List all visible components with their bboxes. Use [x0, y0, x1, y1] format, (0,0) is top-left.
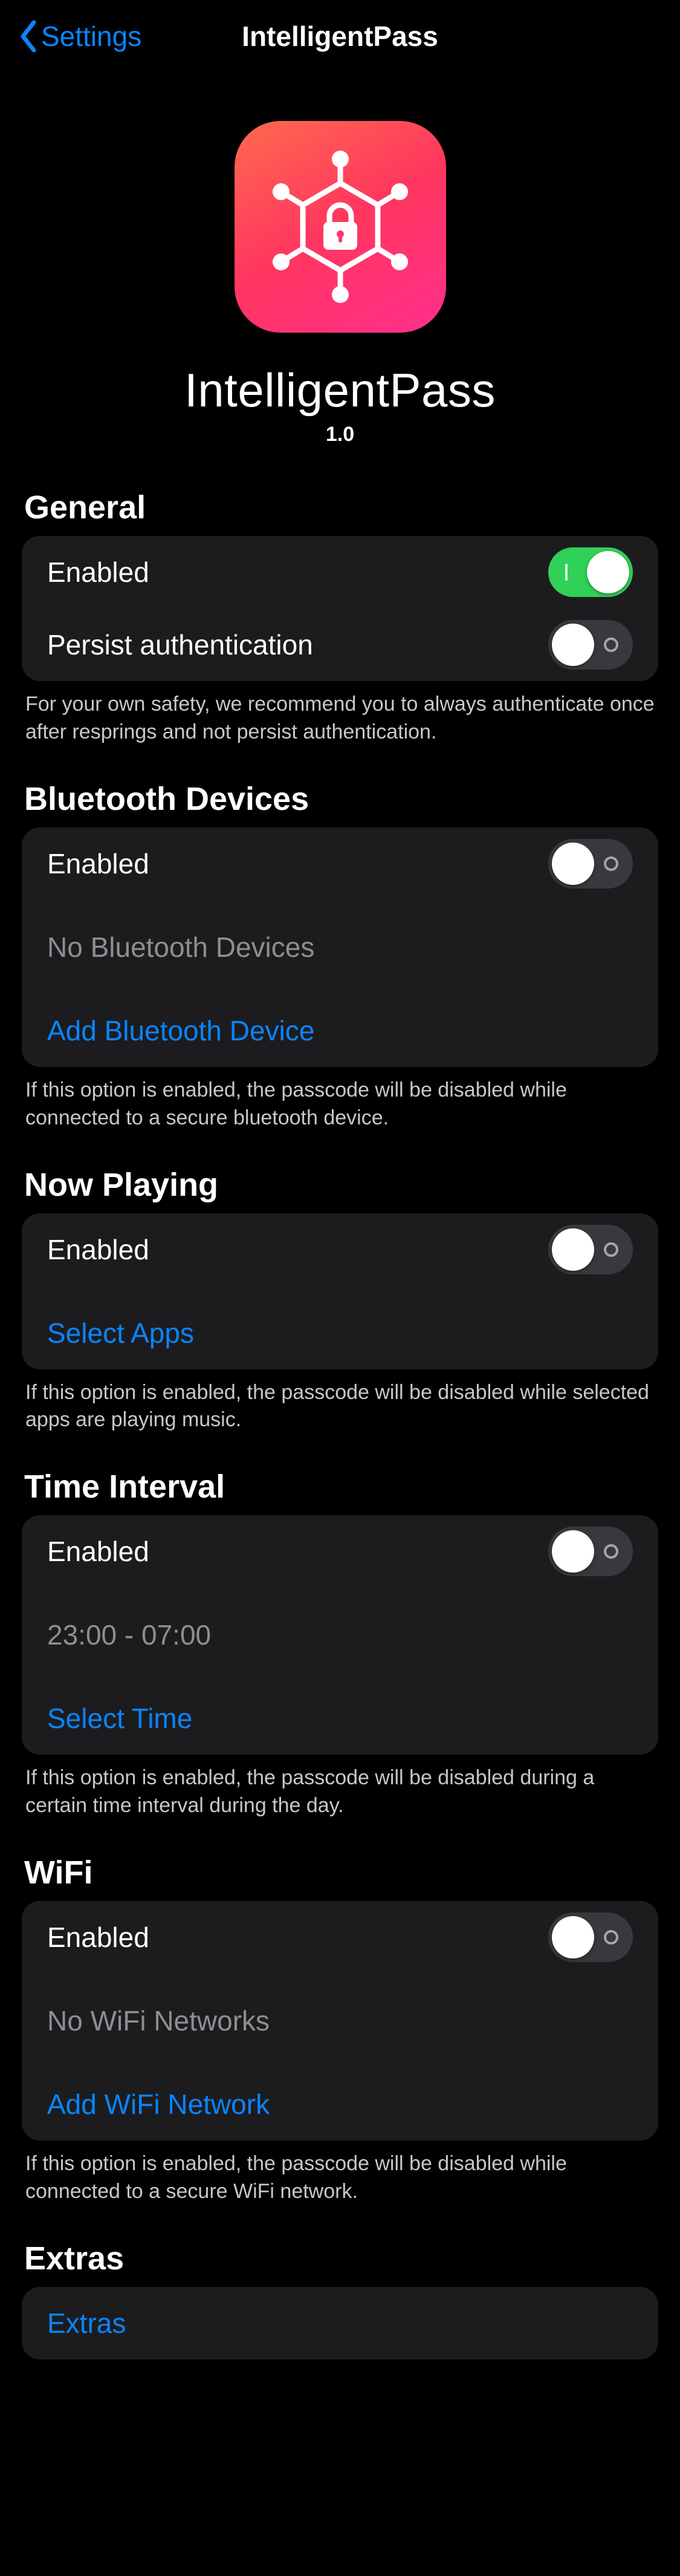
- toggle-knob: [552, 624, 594, 666]
- link-extras[interactable]: Extras: [47, 2307, 633, 2340]
- section-header-timeinterval: Time Interval: [0, 1456, 680, 1515]
- group-timeinterval: Enabled 23:00 - 07:00 Select Time: [22, 1515, 658, 1755]
- section-header-wifi: WiFi: [0, 1842, 680, 1901]
- toggle-knob: [587, 551, 629, 593]
- link-wifi-add[interactable]: Add WiFi Network: [47, 2088, 633, 2121]
- label-general-enabled: Enabled: [47, 556, 149, 589]
- toggle-knob: [552, 1228, 594, 1271]
- row-general-persist[interactable]: Persist authentication: [22, 608, 658, 681]
- group-wifi: Enabled No WiFi Networks Add WiFi Networ…: [22, 1901, 658, 2141]
- toggle-wifi-enabled[interactable]: [548, 1912, 633, 1962]
- chevron-left-icon: [18, 20, 37, 53]
- label-wifi-enabled: Enabled: [47, 1921, 149, 1954]
- link-bluetooth-add[interactable]: Add Bluetooth Device: [47, 1014, 633, 1047]
- group-bluetooth: Enabled No Bluetooth Devices Add Bluetoo…: [22, 827, 658, 1067]
- row-timeinterval-range: 23:00 - 07:00: [22, 1599, 658, 1671]
- network-lock-icon: [262, 148, 419, 305]
- toggle-timeinterval-enabled[interactable]: [548, 1527, 633, 1576]
- link-timeinterval-select[interactable]: Select Time: [47, 1702, 633, 1735]
- link-nowplaying-select[interactable]: Select Apps: [47, 1317, 633, 1349]
- label-timeinterval-range: 23:00 - 07:00: [47, 1619, 211, 1651]
- toggle-off-icon: [604, 1242, 618, 1257]
- row-bluetooth-enabled[interactable]: Enabled: [22, 827, 658, 900]
- toggle-bluetooth-enabled[interactable]: [548, 839, 633, 889]
- app-icon: [235, 121, 446, 333]
- app-version: 1.0: [326, 423, 354, 446]
- row-extras[interactable]: Extras: [22, 2287, 658, 2359]
- toggle-off-icon: [604, 856, 618, 871]
- group-nowplaying: Enabled Select Apps: [22, 1213, 658, 1369]
- label-wifi-empty: No WiFi Networks: [47, 2004, 270, 2037]
- section-header-general: General: [0, 477, 680, 536]
- navbar: Settings IntelligentPass: [0, 0, 680, 73]
- toggle-nowplaying-enabled[interactable]: [548, 1225, 633, 1274]
- row-nowplaying-select[interactable]: Select Apps: [22, 1297, 658, 1369]
- footer-general: For your own safety, we recommend you to…: [0, 681, 680, 768]
- row-timeinterval-enabled[interactable]: Enabled: [22, 1515, 658, 1588]
- footer-wifi: If this option is enabled, the passcode …: [0, 2141, 680, 2228]
- row-bluetooth-add[interactable]: Add Bluetooth Device: [22, 994, 658, 1067]
- toggle-off-icon: [604, 1544, 618, 1559]
- toggle-tick-icon: [565, 564, 568, 581]
- app-name: IntelligentPass: [184, 363, 496, 418]
- toggle-knob: [552, 1530, 594, 1573]
- back-label: Settings: [41, 20, 141, 53]
- toggle-general-persist[interactable]: [548, 620, 633, 670]
- row-timeinterval-select[interactable]: Select Time: [22, 1682, 658, 1755]
- row-nowplaying-enabled[interactable]: Enabled: [22, 1213, 658, 1286]
- row-general-enabled[interactable]: Enabled: [22, 536, 658, 608]
- hero: IntelligentPass 1.0: [0, 73, 680, 477]
- group-general: Enabled Persist authentication: [22, 536, 658, 681]
- toggle-off-icon: [604, 637, 618, 652]
- toggle-knob: [552, 843, 594, 885]
- row-wifi-empty: No WiFi Networks: [22, 1984, 658, 2057]
- footer-timeinterval: If this option is enabled, the passcode …: [0, 1755, 680, 1842]
- footer-bluetooth: If this option is enabled, the passcode …: [0, 1067, 680, 1154]
- toggle-knob: [552, 1916, 594, 1958]
- section-header-nowplaying: Now Playing: [0, 1154, 680, 1213]
- toggle-general-enabled[interactable]: [548, 547, 633, 597]
- label-timeinterval-enabled: Enabled: [47, 1535, 149, 1568]
- section-header-bluetooth: Bluetooth Devices: [0, 768, 680, 827]
- back-button[interactable]: Settings: [18, 20, 141, 53]
- label-bluetooth-empty: No Bluetooth Devices: [47, 931, 314, 964]
- row-wifi-enabled[interactable]: Enabled: [22, 1901, 658, 1974]
- label-general-persist: Persist authentication: [47, 628, 313, 661]
- nav-title: IntelligentPass: [242, 20, 438, 53]
- label-bluetooth-enabled: Enabled: [47, 847, 149, 880]
- row-bluetooth-empty: No Bluetooth Devices: [22, 911, 658, 983]
- section-header-extras: Extras: [0, 2228, 680, 2287]
- toggle-off-icon: [604, 1930, 618, 1945]
- row-wifi-add[interactable]: Add WiFi Network: [22, 2068, 658, 2141]
- group-extras: Extras: [22, 2287, 658, 2359]
- footer-nowplaying: If this option is enabled, the passcode …: [0, 1369, 680, 1456]
- label-nowplaying-enabled: Enabled: [47, 1233, 149, 1266]
